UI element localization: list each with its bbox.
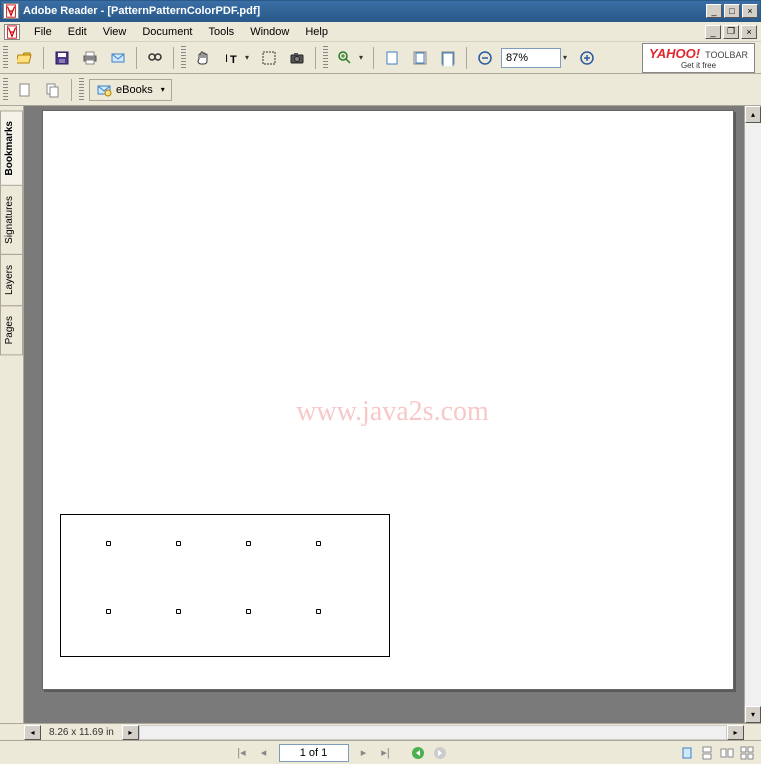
- search-button[interactable]: [143, 46, 167, 70]
- toolbar-grip[interactable]: [79, 78, 84, 102]
- facing-view-button[interactable]: [718, 744, 736, 762]
- statusbar: |◂ ◂ ▸ ▸|: [0, 740, 761, 764]
- prev-page-button[interactable]: ◂: [254, 744, 274, 762]
- content-area: Bookmarks Signatures Layers Pages www.ja…: [0, 106, 761, 723]
- menu-document[interactable]: Document: [134, 24, 200, 40]
- pattern-rectangle: [60, 514, 390, 657]
- minimize-button[interactable]: _: [706, 4, 722, 18]
- ebooks-dropdown[interactable]: eBooks ▾: [89, 79, 172, 101]
- dropdown-arrow-icon: ▾: [161, 85, 165, 94]
- close-button[interactable]: ×: [742, 4, 758, 18]
- mdi-document-icon: [4, 24, 20, 40]
- tab-signatures[interactable]: Signatures: [0, 185, 23, 255]
- tab-pages[interactable]: Pages: [0, 305, 23, 355]
- scroll-right-button[interactable]: ▸: [122, 725, 139, 740]
- actual-size-button[interactable]: [380, 46, 404, 70]
- save-button[interactable]: [50, 46, 74, 70]
- hand-tool-button[interactable]: [191, 46, 215, 70]
- tab-bookmarks[interactable]: Bookmarks: [0, 110, 23, 186]
- mdi-minimize-button[interactable]: _: [705, 25, 721, 39]
- continuous-facing-view-button[interactable]: [738, 744, 756, 762]
- toolbar-primary: IT ▾ ▾ ▾ YAHOO! TOOLBAR Get it free: [0, 42, 761, 74]
- horizontal-scroll-row: ◂ 8.26 x 11.69 in ▸ ▸: [0, 723, 761, 740]
- page-number-input[interactable]: [279, 744, 349, 762]
- window-title: Adobe Reader - [PatternPatternColorPDF.p…: [23, 5, 704, 17]
- first-page-button[interactable]: |◂: [232, 744, 252, 762]
- zoom-out-button[interactable]: [473, 46, 497, 70]
- copy-button[interactable]: [41, 78, 65, 102]
- horizontal-scroll-track[interactable]: [139, 725, 727, 740]
- dropdown-arrow-icon[interactable]: ▾: [359, 53, 369, 62]
- menu-view[interactable]: View: [95, 24, 135, 40]
- print-button[interactable]: [78, 46, 102, 70]
- text-select-tool-button[interactable]: IT: [219, 46, 243, 70]
- menu-help[interactable]: Help: [297, 24, 336, 40]
- toolbar-grip[interactable]: [3, 46, 8, 70]
- toolbar-grip[interactable]: [3, 78, 8, 102]
- menu-tools[interactable]: Tools: [201, 24, 243, 40]
- toolbar-secondary: eBooks ▾: [0, 74, 761, 106]
- last-page-button[interactable]: ▸|: [376, 744, 396, 762]
- menu-window[interactable]: Window: [242, 24, 297, 40]
- zoom-in-plus-button[interactable]: [575, 46, 599, 70]
- vertical-scrollbar[interactable]: ▴ ▾: [744, 106, 761, 723]
- document-viewport[interactable]: www.java2s.com ▴ ▾: [24, 106, 761, 723]
- open-button[interactable]: [13, 46, 37, 70]
- scroll-track[interactable]: [745, 123, 761, 706]
- toolbar-grip[interactable]: [181, 46, 186, 70]
- zoom-in-button[interactable]: [333, 46, 357, 70]
- mdi-close-button[interactable]: ×: [741, 25, 757, 39]
- snapshot-tool-button[interactable]: [285, 46, 309, 70]
- dropdown-arrow-icon[interactable]: ▾: [245, 53, 255, 62]
- menu-edit[interactable]: Edit: [60, 24, 95, 40]
- scroll-left-button[interactable]: ◂: [24, 725, 41, 740]
- navigation-panel-tabs: Bookmarks Signatures Layers Pages: [0, 106, 24, 723]
- page-size-label: 8.26 x 11.69 in: [41, 727, 122, 738]
- tab-layers[interactable]: Layers: [0, 254, 23, 306]
- next-view-button[interactable]: [430, 744, 450, 762]
- mdi-restore-button[interactable]: ❐: [723, 25, 739, 39]
- select-tool-button[interactable]: [257, 46, 281, 70]
- fit-width-button[interactable]: [436, 46, 460, 70]
- menu-file[interactable]: File: [26, 24, 60, 40]
- window-titlebar: Adobe Reader - [PatternPatternColorPDF.p…: [0, 0, 761, 22]
- svg-text:T: T: [230, 54, 237, 66]
- toolbar-grip[interactable]: [323, 46, 328, 70]
- scroll-end-right-button[interactable]: ▸: [727, 725, 744, 740]
- single-page-view-button[interactable]: [678, 744, 696, 762]
- next-page-button[interactable]: ▸: [354, 744, 374, 762]
- maximize-button[interactable]: □: [724, 4, 740, 18]
- ebooks-label: eBooks: [116, 84, 153, 96]
- svg-text:I: I: [225, 53, 228, 65]
- scroll-down-button[interactable]: ▾: [745, 706, 761, 723]
- fit-page-button[interactable]: [408, 46, 432, 70]
- app-icon: [3, 3, 19, 19]
- zoom-input[interactable]: [501, 48, 561, 68]
- document-page: [42, 110, 734, 690]
- yahoo-toolbar-button[interactable]: YAHOO! TOOLBAR Get it free: [642, 43, 755, 73]
- new-document-button[interactable]: [13, 78, 37, 102]
- menubar: File Edit View Document Tools Window Hel…: [0, 22, 761, 42]
- previous-view-button[interactable]: [408, 744, 428, 762]
- dropdown-arrow-icon[interactable]: ▾: [563, 53, 573, 62]
- email-button[interactable]: [106, 46, 130, 70]
- yahoo-logo-icon: YAHOO!: [649, 46, 700, 61]
- scroll-up-button[interactable]: ▴: [745, 106, 761, 123]
- continuous-view-button[interactable]: [698, 744, 716, 762]
